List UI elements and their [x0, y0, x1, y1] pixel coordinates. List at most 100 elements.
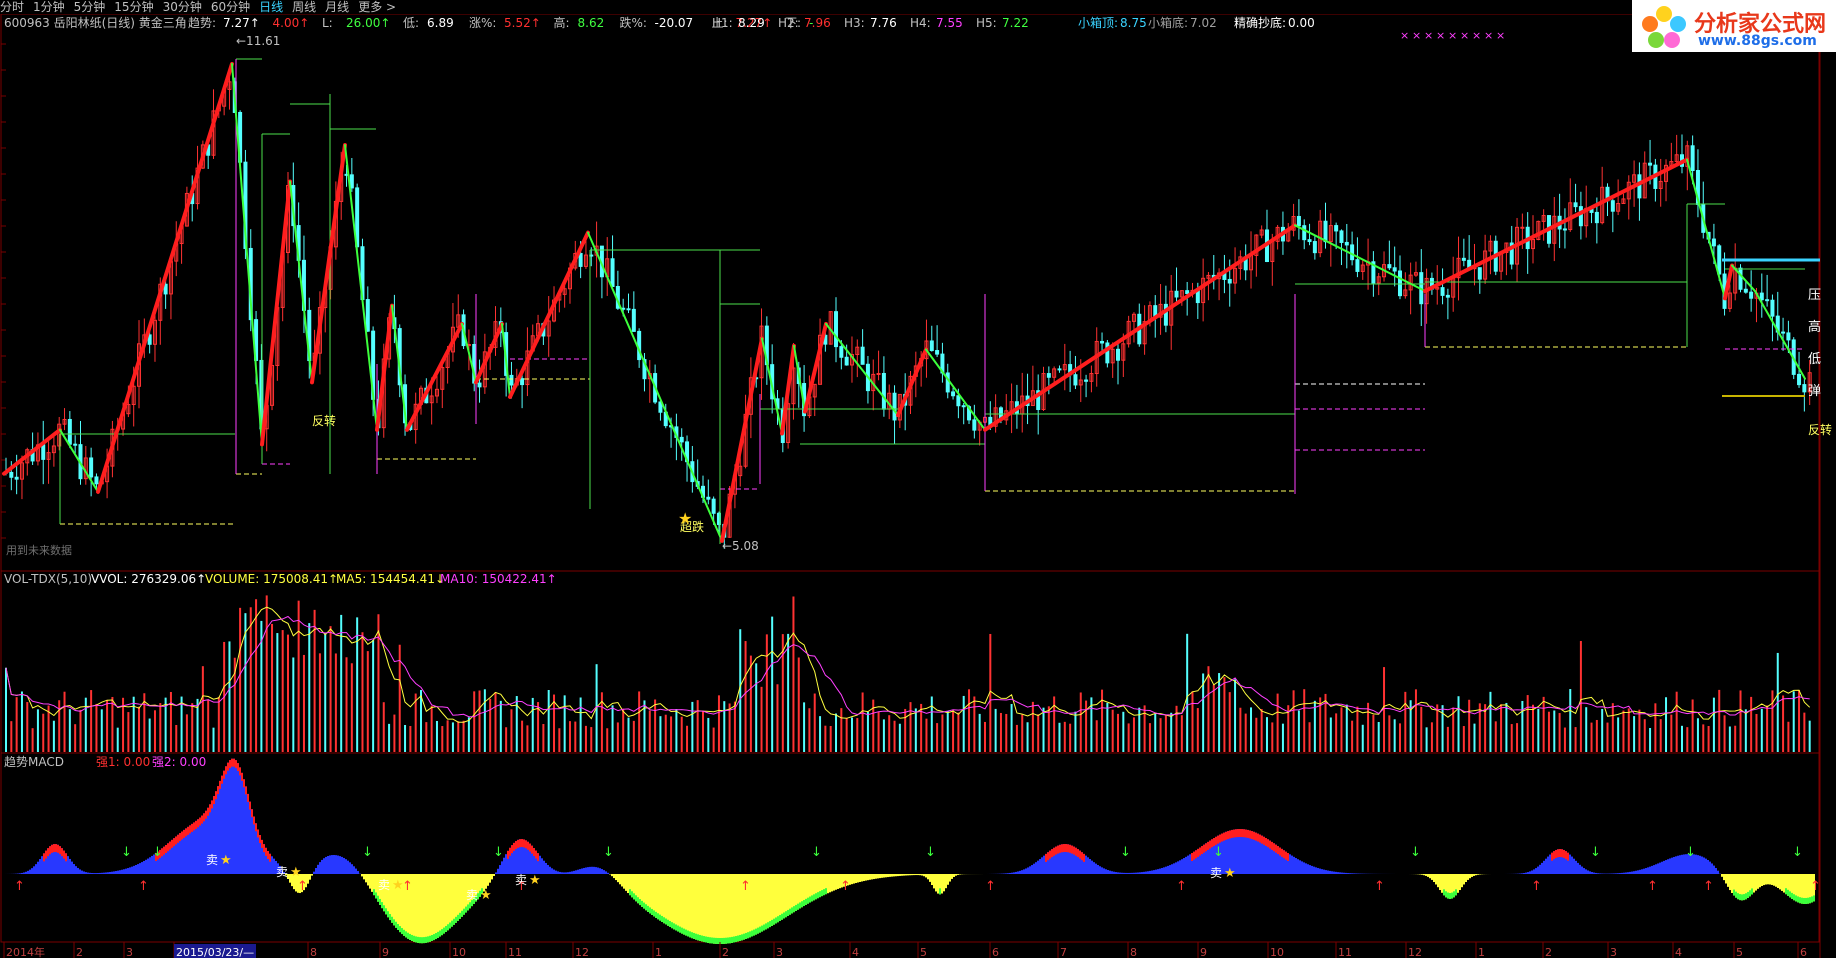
volume-bar: [1244, 713, 1247, 752]
volume-bar: [845, 717, 848, 752]
up-arrow-icon: ↑: [297, 879, 308, 894]
volume-bar: [819, 716, 822, 752]
volume-bar: [499, 700, 502, 752]
rise-segment: [2, 427, 62, 476]
candle-body: [1105, 342, 1110, 364]
timeframe-8[interactable]: 月线: [325, 0, 349, 14]
volume-bar: [1191, 691, 1194, 752]
timeframe-4[interactable]: 30分钟: [163, 0, 202, 14]
volume-bar: [936, 723, 939, 752]
sell-label: 卖: [276, 865, 288, 879]
h-field-value: 7.96: [804, 16, 831, 30]
volume-bar: [840, 708, 843, 752]
timeframe-2[interactable]: 5分钟: [74, 0, 106, 14]
volume-bar: [388, 723, 391, 752]
up-arrow-icon: ↑: [1810, 879, 1821, 894]
star-icon: ★: [392, 878, 404, 893]
volume-bar: [1728, 726, 1731, 752]
volume-bar: [723, 701, 726, 752]
min-price-label: ←5.08: [722, 539, 759, 553]
volume-bar: [1218, 673, 1221, 752]
candle-body: [1312, 241, 1317, 254]
volume-bar: [803, 702, 806, 752]
volume-bar: [249, 607, 252, 752]
volume-bar: [579, 697, 582, 752]
volume-bar: [1643, 719, 1646, 752]
timeframe-5[interactable]: 60分钟: [211, 0, 250, 14]
timeframe-6[interactable]: 日线: [259, 0, 283, 14]
volume-bar: [824, 725, 827, 752]
volume-bar: [1234, 679, 1237, 752]
volume-bar: [776, 684, 779, 752]
volume-bar: [1718, 689, 1721, 752]
candle-body: [14, 476, 19, 480]
h-field-label: H1:: [712, 16, 733, 30]
volume-bar: [15, 697, 18, 752]
rise-segment: [405, 321, 464, 432]
up-arrow-icon: ↑: [1176, 879, 1187, 894]
volume-bar: [74, 724, 77, 752]
reversal-label-2: 反转: [1808, 422, 1832, 437]
volume-bar: [239, 607, 242, 752]
volume-bar: [707, 717, 710, 752]
volume-bar: [169, 691, 172, 752]
volume-bar: [1468, 699, 1471, 752]
macd-histogram: [5, 758, 1815, 944]
volume-bar: [100, 709, 103, 752]
candle-body: [1765, 299, 1770, 302]
candle-body: [73, 443, 78, 446]
volume-bar: [36, 709, 39, 752]
timeframe-3[interactable]: 15分钟: [114, 0, 153, 14]
candle-body: [844, 356, 849, 366]
main-field-label: 低:: [403, 16, 419, 30]
volume-bar: [132, 696, 135, 752]
volume-bar: [1691, 699, 1694, 752]
candle-body: [951, 391, 956, 397]
rise-segment: [803, 321, 828, 414]
timeframe-7[interactable]: 周线: [292, 0, 316, 14]
volume-bar: [1015, 724, 1018, 752]
volume-value: VOLUME: 175008.41↑: [205, 572, 338, 586]
volume-bar: [435, 720, 438, 752]
volume-bar: [1196, 708, 1199, 752]
volume-bar: [765, 634, 768, 752]
volume-bar: [1010, 704, 1013, 752]
volume-bar: [1042, 707, 1045, 752]
volume-bar: [563, 695, 566, 752]
cross-mark: ×: [1484, 29, 1493, 42]
volume-bar: [334, 653, 337, 752]
volume-bar: [952, 710, 955, 752]
volume-bar: [1792, 691, 1795, 752]
stock-chart[interactable]: 600963 岳阳林纸(日线) 黄金三角 趋势: 7.27↑ 4.00↑ L: 26.00…: [0, 14, 1836, 958]
volume-bar: [627, 717, 630, 752]
x-label-15: 7: [1060, 946, 1067, 958]
volume-bar: [1553, 710, 1556, 752]
rise-segment: [375, 303, 394, 432]
volume-bar: [1281, 723, 1284, 752]
volume-bar: [1665, 697, 1668, 752]
volume-bar: [1446, 726, 1449, 752]
volume-bar: [1702, 724, 1705, 752]
volume-bar: [1303, 689, 1306, 752]
volume-bar: [1212, 684, 1215, 752]
volume-bar: [877, 712, 880, 752]
volume-bar: [1308, 722, 1311, 752]
candle-body: [631, 308, 636, 332]
volume-bar: [1297, 710, 1300, 752]
candle-body: [1084, 379, 1089, 382]
timeframe-0[interactable]: 分时: [0, 0, 24, 14]
volume-bar: [1489, 691, 1492, 752]
volume-bar: [1079, 692, 1082, 752]
down-arrow-icon: ↓: [1410, 845, 1421, 860]
down-arrow-icon: ↓: [362, 845, 373, 860]
volume-bar: [606, 728, 609, 752]
main-field-value: 6.89: [427, 16, 454, 30]
candle-body: [1477, 267, 1482, 280]
down-arrow-icon: ↓: [121, 845, 132, 860]
more-button[interactable]: 更多 >: [358, 0, 396, 14]
timeframe-1[interactable]: 1分钟: [33, 0, 65, 14]
x-label-10: 2: [722, 946, 729, 958]
main-field-label: 趋势:: [188, 16, 216, 30]
volume-bar: [755, 663, 758, 752]
volume-bar: [590, 727, 593, 752]
